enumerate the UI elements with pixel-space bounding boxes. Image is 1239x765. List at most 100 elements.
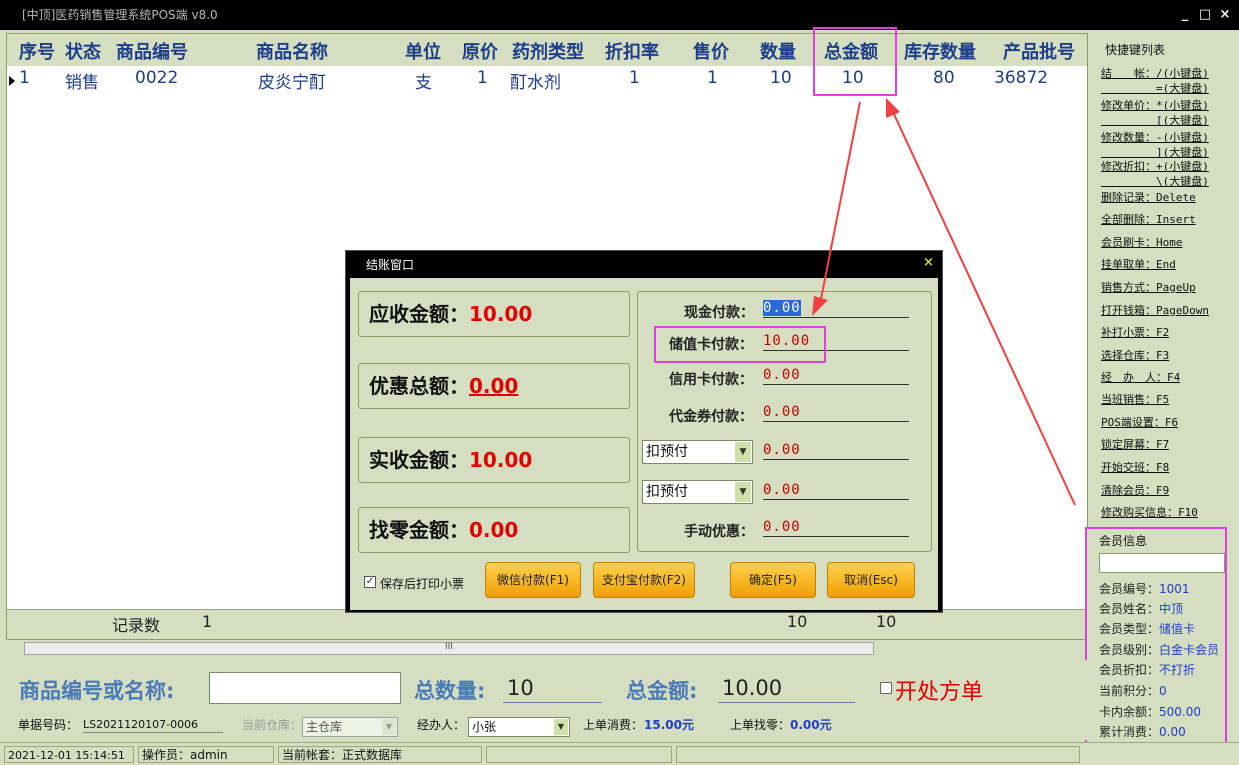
print-receipt-checkbox[interactable]: ✓ [364,576,376,588]
product-search-input[interactable] [209,672,401,704]
shortcut-item[interactable]: 修改购买信息：F10 [1101,504,1198,520]
member-discount: 会员折扣：不打折 [1099,663,1196,677]
member-info-panel: 会员信息 会员编号：1001 会员姓名：中顶 会员类型：储值卡 会员级别：白金卡… [1085,527,1227,745]
shortcut-item[interactable]: 结 帐：/(小键盘) [1101,65,1209,81]
chevron-down-icon: ▼ [735,442,751,462]
prescription-checkbox[interactable] [880,682,892,694]
title-bar: [中顶]医药销售管理系统POS端 v8.0 _ □ × [0,0,1239,30]
prepay-select-1[interactable]: 扣预付 ▼ [642,440,753,464]
highlight-total-column [813,27,897,96]
shortcut-item[interactable]: [(大键盘) [1101,112,1209,128]
shortcut-item[interactable]: 开始交班：F8 [1101,459,1169,475]
status-empty-2 [676,746,1080,763]
horizontal-scrollbar[interactable]: III [24,642,874,655]
close-button[interactable]: × [1216,6,1234,24]
last-change-label: 上单找零： [730,718,791,732]
shortcut-item[interactable]: \(大键盘) [1101,173,1209,189]
footer-total-sum: 10 [876,612,897,631]
shortcut-item[interactable]: 清除会员：F9 [1101,482,1169,498]
shortcut-item[interactable]: 修改单价：*(小键盘) [1101,97,1209,113]
cancel-button[interactable]: 取消(Esc) [827,562,915,598]
col-header-type[interactable]: 药剂类型 [512,38,584,64]
cash-label: 现金付款： [684,305,754,321]
shortcut-item[interactable]: 打开钱箱：PageDown [1101,302,1209,318]
shortcut-item[interactable]: 删除记录：Delete [1101,189,1196,205]
shortcut-item[interactable]: 锁定屏幕：F7 [1101,436,1169,452]
manual-discount-label: 手动优惠： [684,524,754,540]
maximize-button[interactable]: □ [1196,6,1214,24]
shortcut-item[interactable]: 修改折扣：+(小键盘) [1101,158,1209,174]
cell-seq: 1 [19,68,30,88]
scroll-grip[interactable]: III [445,642,453,652]
col-header-name[interactable]: 商品名称 [256,38,328,64]
chevron-down-icon: ▼ [554,719,568,735]
highlight-stored-card [654,326,826,363]
col-header-price[interactable]: 售价 [693,38,729,64]
shortcut-item[interactable]: POS端设置：F6 [1101,414,1178,430]
shortcut-item[interactable]: 修改数量：-(小键盘) [1101,129,1209,145]
cash-input[interactable]: 0.00 [763,300,909,318]
shortcut-item[interactable]: 补打小票：F2 [1101,324,1169,340]
credit-card-label: 信用卡付款： [669,372,753,388]
shortcut-item[interactable]: 选择仓库：F3 [1101,347,1169,363]
col-header-batch[interactable]: 产品批号 [1003,38,1075,64]
prepay-input-2[interactable]: 0.00 [763,482,909,500]
col-header-discount[interactable]: 折扣率 [605,38,659,64]
bill-no-label: 单据号码： [18,718,79,732]
handler-select[interactable]: 小张 ▼ [468,717,570,737]
dialog-title: 结账窗口 [366,258,415,272]
receivable-box: 应收金额：10.00 [358,291,630,337]
col-header-code[interactable]: 商品编号 [116,38,188,64]
shortcut-item[interactable]: =(大键盘) [1101,80,1209,96]
shortcut-item[interactable]: 会员刷卡：Home [1101,234,1183,250]
prepay-select-2[interactable]: 扣预付 ▼ [642,480,753,504]
member-name: 会员姓名：中顶 [1099,602,1184,616]
col-header-qty[interactable]: 数量 [760,38,796,64]
dialog-body: 应收金额：10.00 优惠总额：0.00 实收金额：10.00 找零金额：0.0… [350,278,938,610]
manual-discount-input[interactable]: 0.00 [763,519,909,537]
prepay-input-1[interactable]: 0.00 [763,442,909,460]
dialog-close-icon[interactable]: × [923,255,934,270]
credit-card-input[interactable]: 0.00 [763,367,909,385]
member-info-title: 会员信息 [1099,534,1148,548]
alipay-button[interactable]: 支付宝付款(F2) [593,562,695,598]
change-box: 找零金额：0.00 [358,507,630,553]
status-empty-1 [486,746,672,763]
cell-batch: 36872 [994,68,1049,88]
record-count-value: 1 [202,612,213,631]
wechat-pay-button[interactable]: 微信付款(F1) [485,562,581,598]
discount-box: 优惠总额：0.00 [358,363,630,409]
chevron-down-icon: ▼ [382,719,396,735]
member-search-input[interactable] [1099,553,1225,573]
minimize-button[interactable]: _ [1176,6,1194,24]
member-total-spend: 累计消费：0.00 [1099,725,1186,739]
last-spend-value: 15.00元 [644,718,694,732]
voucher-input[interactable]: 0.00 [763,404,909,422]
shortcut-title: 快捷键列表 [1105,43,1166,57]
cell-qty: 10 [770,68,792,88]
member-level: 会员级别：白金卡会员 [1099,643,1220,657]
record-count-label: 记录数 [112,616,161,635]
entry-area: 商品编号或名称: 总数量: 10 总金额: 10.00 开处方单 单据号码： L… [6,660,1088,740]
confirm-button[interactable]: 确定(F5) [730,562,816,598]
shortcut-item[interactable]: 当班销售：F5 [1101,391,1169,407]
member-id: 会员编号：1001 [1099,582,1190,596]
col-header-orig-price[interactable]: 原价 [462,38,498,64]
col-header-seq[interactable]: 序号 [19,38,55,64]
cell-name: 皮炎宁酊 [258,73,326,93]
shortcut-item[interactable]: 经 办 人：F4 [1101,369,1180,385]
cell-orig-price: 1 [477,68,488,88]
member-balance: 卡内余额：500.00 [1099,705,1202,719]
shortcut-item[interactable]: 全部删除：Insert [1101,211,1196,227]
col-header-unit[interactable]: 单位 [405,38,441,64]
warehouse-select[interactable]: 主仓库 ▼ [302,717,398,737]
prescription-label[interactable]: 开处方单 [895,674,983,706]
shortcut-item[interactable]: 销售方式：PageUp [1101,279,1196,295]
cell-price: 1 [707,68,718,88]
col-header-status[interactable]: 状态 [65,38,101,64]
total-qty-value: 10 [503,673,602,703]
cell-unit: 支 [415,73,432,93]
shortcut-item[interactable]: 挂单取单：End [1101,256,1176,272]
last-change-value: 0.00元 [790,718,832,732]
col-header-stock[interactable]: 库存数量 [904,38,976,64]
